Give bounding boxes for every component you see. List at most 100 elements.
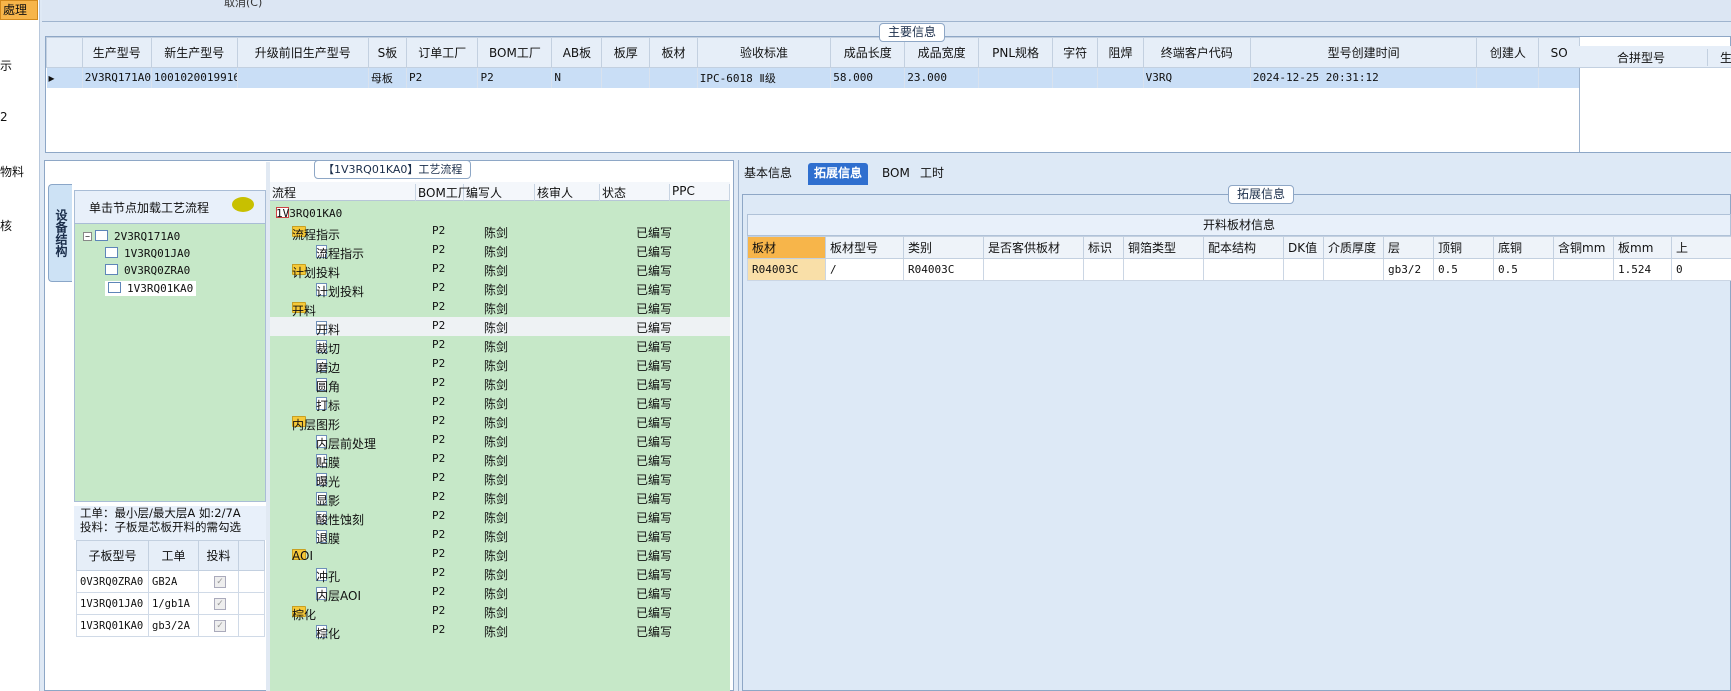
process-row[interactable]: 显影 P2 陈剑 已编写: [270, 488, 730, 508]
sub-cell[interactable]: gb3/2A: [148, 614, 199, 637]
feed-checkbox[interactable]: ✓: [214, 576, 226, 588]
main-cell[interactable]: [649, 67, 698, 88]
main-cell[interactable]: P2: [477, 67, 553, 88]
tree-node[interactable]: 1V3RQ01KA0: [105, 281, 197, 296]
material-col-header[interactable]: 是否客供板材: [983, 236, 1084, 259]
material-cell[interactable]: 0: [1671, 258, 1731, 281]
material-col-header[interactable]: 顶铜: [1433, 236, 1494, 259]
material-cell[interactable]: 0.5: [1433, 258, 1494, 281]
table-row[interactable]: ▸2V3RQ171A010010200199161母板P2P2NIPC-6018…: [46, 67, 1580, 88]
main-cell[interactable]: 10010200199161: [151, 67, 238, 88]
material-col-header[interactable]: 铜箔类型: [1123, 236, 1204, 259]
material-col-header[interactable]: 板材型号: [825, 236, 904, 259]
nav-item-1[interactable]: 示: [0, 57, 12, 74]
main-cell[interactable]: 58.000: [830, 67, 906, 88]
comment-icon[interactable]: [232, 197, 254, 212]
material-col-header[interactable]: 上: [1671, 236, 1731, 259]
main-cell[interactable]: N: [551, 67, 603, 88]
main-cell[interactable]: [237, 67, 369, 88]
process-row[interactable]: 冲孔 P2 陈剑 已编写: [270, 564, 730, 584]
process-row[interactable]: −棕化P2陈剑已编写: [270, 602, 730, 622]
feed-cell[interactable]: ✓: [198, 570, 239, 593]
material-cell[interactable]: gb3/2: [1383, 258, 1434, 281]
table-row[interactable]: 1V3RQ01JA0 1/gb1A ✓: [76, 592, 265, 615]
collapse-icon[interactable]: −: [83, 232, 92, 241]
tree-node[interactable]: − 2V3RQ171A0: [83, 230, 180, 243]
material-col-header[interactable]: 板mm: [1613, 236, 1672, 259]
material-col-header[interactable]: 板材: [747, 236, 826, 259]
material-cell[interactable]: [1203, 258, 1284, 281]
material-cell[interactable]: [1083, 258, 1124, 281]
process-row[interactable]: 裁切 P2 陈剑 已编写: [270, 336, 730, 356]
process-row[interactable]: 圆角 P2 陈剑 已编写: [270, 374, 730, 394]
main-cell[interactable]: 母板: [368, 67, 407, 88]
main-cell[interactable]: [1052, 67, 1099, 88]
sub-cell[interactable]: 1V3RQ01JA0: [76, 592, 149, 615]
material-col-header[interactable]: 配本结构: [1203, 236, 1284, 259]
sub-col-header[interactable]: 投料: [198, 540, 239, 571]
main-cell[interactable]: [1097, 67, 1144, 88]
feed-cell[interactable]: ✓: [198, 592, 239, 615]
main-col-header[interactable]: 新生产型号: [150, 37, 238, 68]
process-row[interactable]: −内层图形P2陈剑已编写: [270, 412, 730, 432]
material-cell[interactable]: [1123, 258, 1204, 281]
tree-node[interactable]: 1V3RQ01JA0: [105, 247, 190, 260]
process-row[interactable]: 开料 P2 陈剑 已编写: [270, 317, 730, 337]
main-cell[interactable]: P2: [406, 67, 479, 88]
merge-col-2[interactable]: 生产: [1707, 49, 1731, 66]
main-col-header[interactable]: 终端客户代码: [1142, 37, 1251, 68]
sub-cell[interactable]: 0V3RQ0ZRA0: [76, 570, 149, 593]
process-col-header[interactable]: BOM工厂: [416, 184, 470, 201]
device-structure-tab[interactable]: 设备结构: [48, 184, 72, 282]
main-col-header[interactable]: 生产型号: [81, 37, 152, 68]
main-col-header[interactable]: 创建人: [1476, 37, 1540, 68]
main-col-header[interactable]: 验收标准: [696, 37, 832, 68]
tree-node[interactable]: 0V3RQ0ZRA0: [105, 264, 190, 277]
sub-cell[interactable]: 1/gb1A: [148, 592, 199, 615]
main-col-header[interactable]: S板: [367, 37, 407, 68]
process-row[interactable]: 贴膜 P2 陈剑 已编写: [270, 450, 730, 470]
table-row[interactable]: R04003C / R04003C gb3/2 0.5 0.5 1.524 0: [747, 258, 1731, 281]
table-row[interactable]: 0V3RQ0ZRA0 GB2A ✓: [76, 570, 265, 593]
table-row[interactable]: 1V3RQ01KA0 gb3/2A ✓: [76, 614, 265, 637]
main-col-header[interactable]: BOM工厂: [477, 37, 553, 68]
process-row[interactable]: 内层前处理 P2 陈剑 已编写: [270, 431, 730, 451]
process-row[interactable]: 计划投料 P2 陈剑 已编写: [270, 279, 730, 299]
material-cell[interactable]: [1553, 258, 1614, 281]
main-cell[interactable]: [1476, 67, 1540, 88]
material-cell[interactable]: R04003C: [747, 258, 826, 281]
process-row[interactable]: −流程指示P2陈剑已编写: [270, 222, 730, 242]
sub-col-header[interactable]: 子板型号: [76, 540, 149, 571]
feed-cell[interactable]: ✓: [198, 614, 239, 637]
main-col-header[interactable]: 板材: [649, 37, 698, 68]
main-col-header[interactable]: SO: [1538, 37, 1580, 68]
process-row[interactable]: 退膜 P2 陈剑 已编写: [270, 526, 730, 546]
material-col-header[interactable]: 标识: [1083, 236, 1124, 259]
process-col-header[interactable]: PPC: [670, 184, 730, 201]
material-cell[interactable]: [1323, 258, 1384, 281]
main-cell[interactable]: [601, 67, 651, 88]
sub-col-header[interactable]: 工单: [148, 540, 199, 571]
main-col-header[interactable]: PNL规格: [978, 37, 1054, 68]
main-cell[interactable]: V3RQ: [1143, 67, 1251, 88]
main-cell[interactable]: 23.000: [904, 67, 980, 88]
process-row[interactable]: 曝光 P2 陈剑 已编写: [270, 469, 730, 489]
process-col-header[interactable]: 流程: [270, 184, 416, 201]
toolbar-partial-button[interactable]: 取消(C): [224, 0, 262, 10]
process-root-row[interactable]: −1V3RQ01KA0: [270, 203, 730, 222]
main-col-header[interactable]: 订单工厂: [405, 37, 479, 68]
process-row[interactable]: 酸性蚀刻 P2 陈剑 已编写: [270, 507, 730, 527]
material-cell[interactable]: R04003C: [903, 258, 984, 281]
material-col-header[interactable]: 含铜mm: [1553, 236, 1614, 259]
material-col-header[interactable]: 类别: [903, 236, 984, 259]
tab-2[interactable]: BOM: [876, 163, 916, 185]
main-col-header[interactable]: 字符: [1052, 37, 1099, 68]
main-col-header[interactable]: AB板: [551, 37, 603, 68]
feed-checkbox[interactable]: ✓: [214, 598, 226, 610]
material-cell[interactable]: /: [825, 258, 904, 281]
main-col-header[interactable]: 成品长度: [830, 37, 906, 68]
process-row[interactable]: 棕化 P2 陈剑 已编写: [270, 621, 730, 641]
sub-cell[interactable]: 1V3RQ01KA0: [76, 614, 149, 637]
process-row[interactable]: −开料P2陈剑已编写: [270, 298, 730, 318]
nav-item-4[interactable]: 核: [0, 217, 12, 234]
